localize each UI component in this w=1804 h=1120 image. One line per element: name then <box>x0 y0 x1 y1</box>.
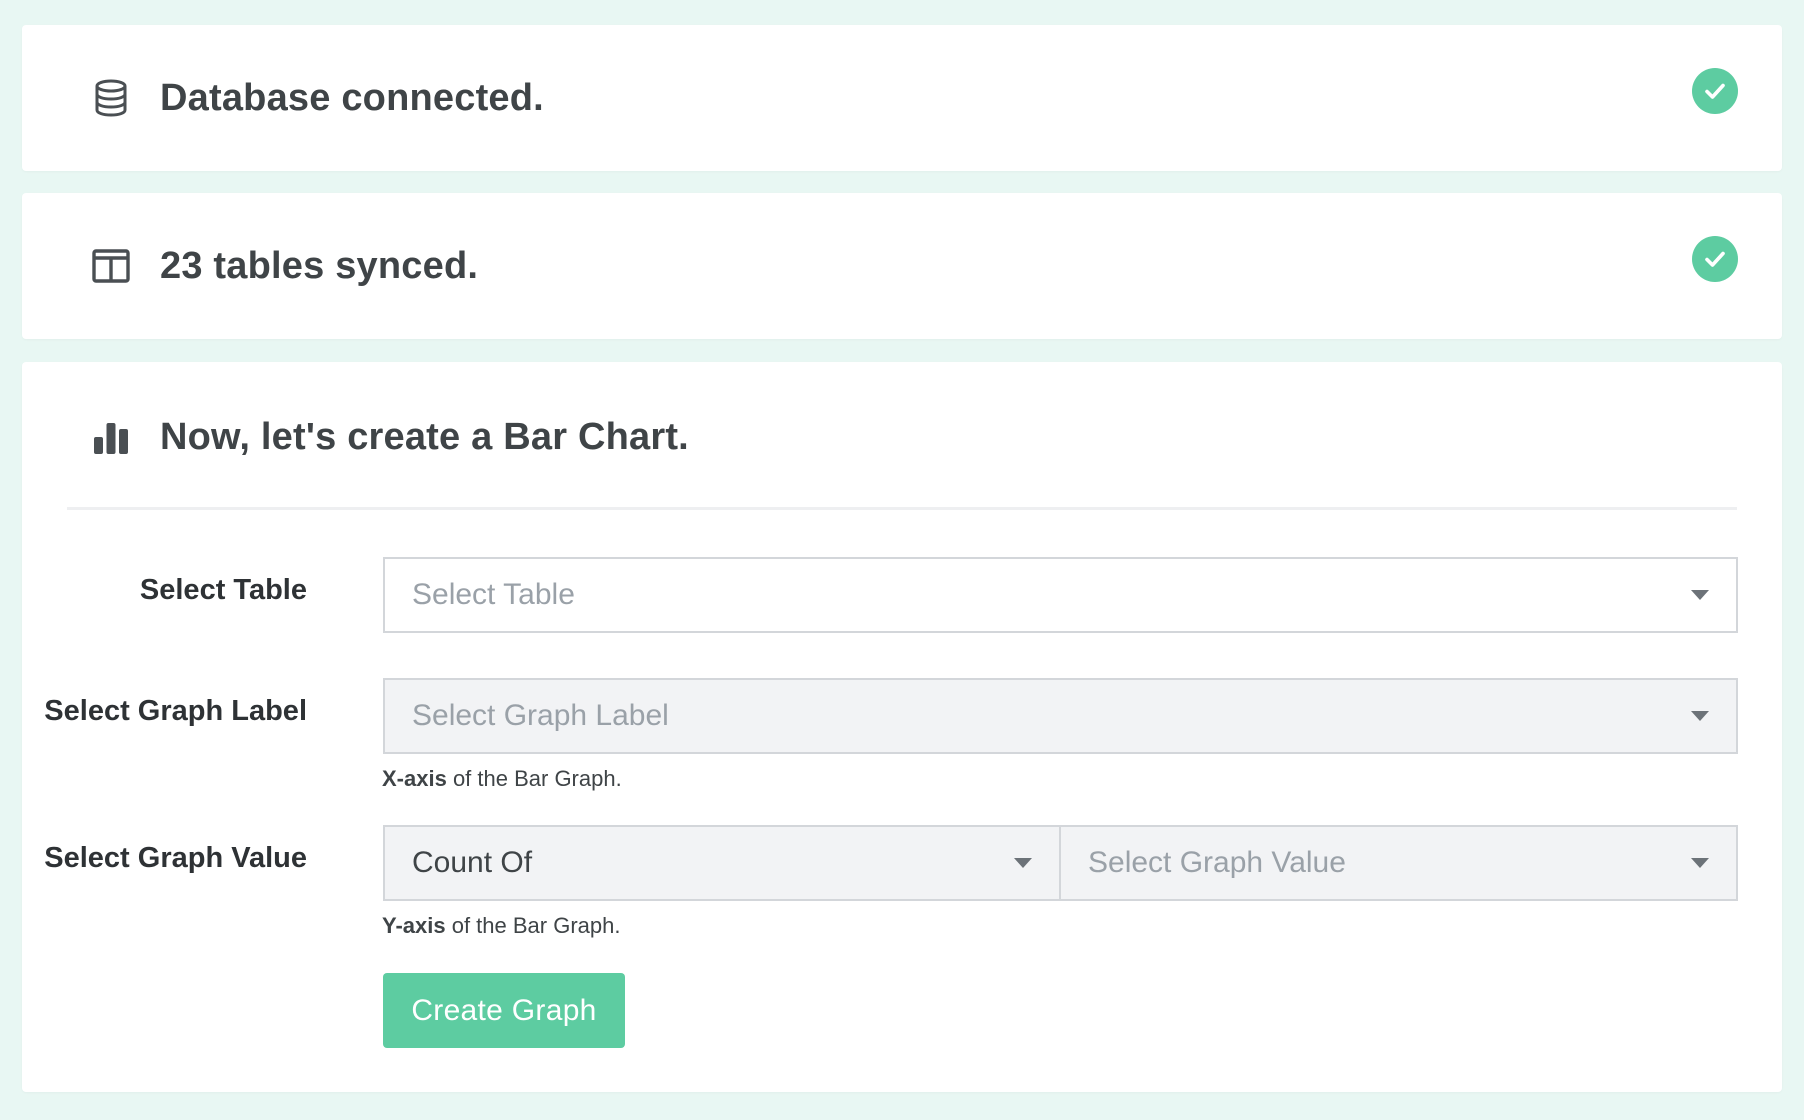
y-axis-help-text: of the Bar Graph. <box>445 913 621 938</box>
create-graph-button[interactable]: Create Graph <box>383 973 625 1048</box>
graph-label-label: Select Graph Label <box>44 695 307 727</box>
select-table-placeholder: Select Table <box>412 578 575 611</box>
chart-builder-card: Now, let's create a Bar Chart. Select Ta… <box>22 362 1782 1092</box>
database-status-card: Database connected. <box>22 25 1782 171</box>
graph-value-label: Select Graph Value <box>44 842 307 874</box>
divider <box>67 507 1737 510</box>
graph-value-help: Y-axis of the Bar Graph. <box>382 913 620 939</box>
graph-value-placeholder: Select Graph Value <box>1088 846 1346 879</box>
check-icon <box>1692 68 1738 114</box>
x-axis-help-text: of the Bar Graph. <box>446 766 622 791</box>
chevron-down-icon <box>1014 858 1032 868</box>
graph-label-dropdown[interactable]: Select Graph Label <box>383 678 1738 754</box>
chevron-down-icon <box>1691 590 1709 600</box>
table-icon <box>90 245 132 287</box>
database-status-header: Database connected. <box>90 25 544 171</box>
select-table-label: Select Table <box>139 574 307 606</box>
database-status-text: Database connected. <box>160 76 544 119</box>
y-axis-help-bold: Y-axis <box>382 913 446 938</box>
chevron-down-icon <box>1691 858 1709 868</box>
database-icon <box>90 77 132 119</box>
tables-status-card: 23 tables synced. <box>22 193 1782 339</box>
graph-label-help: X-axis of the Bar Graph. <box>382 766 622 792</box>
aggregate-dropdown[interactable]: Count Of <box>383 825 1061 901</box>
x-axis-help-bold: X-axis <box>382 766 447 791</box>
tables-status-text: 23 tables synced. <box>160 244 479 287</box>
tables-status-header: 23 tables synced. <box>90 193 478 339</box>
graph-label-placeholder: Select Graph Label <box>412 699 669 732</box>
aggregate-value: Count Of <box>412 846 533 879</box>
graph-value-dropdown[interactable]: Select Graph Value <box>1059 825 1738 901</box>
bar-chart-icon <box>90 416 132 458</box>
chart-builder-title: Now, let's create a Bar Chart. <box>160 415 689 458</box>
check-icon <box>1692 236 1738 282</box>
chart-builder-header: Now, let's create a Bar Chart. <box>90 362 689 512</box>
chevron-down-icon <box>1691 711 1709 721</box>
select-table-dropdown[interactable]: Select Table <box>383 557 1738 633</box>
